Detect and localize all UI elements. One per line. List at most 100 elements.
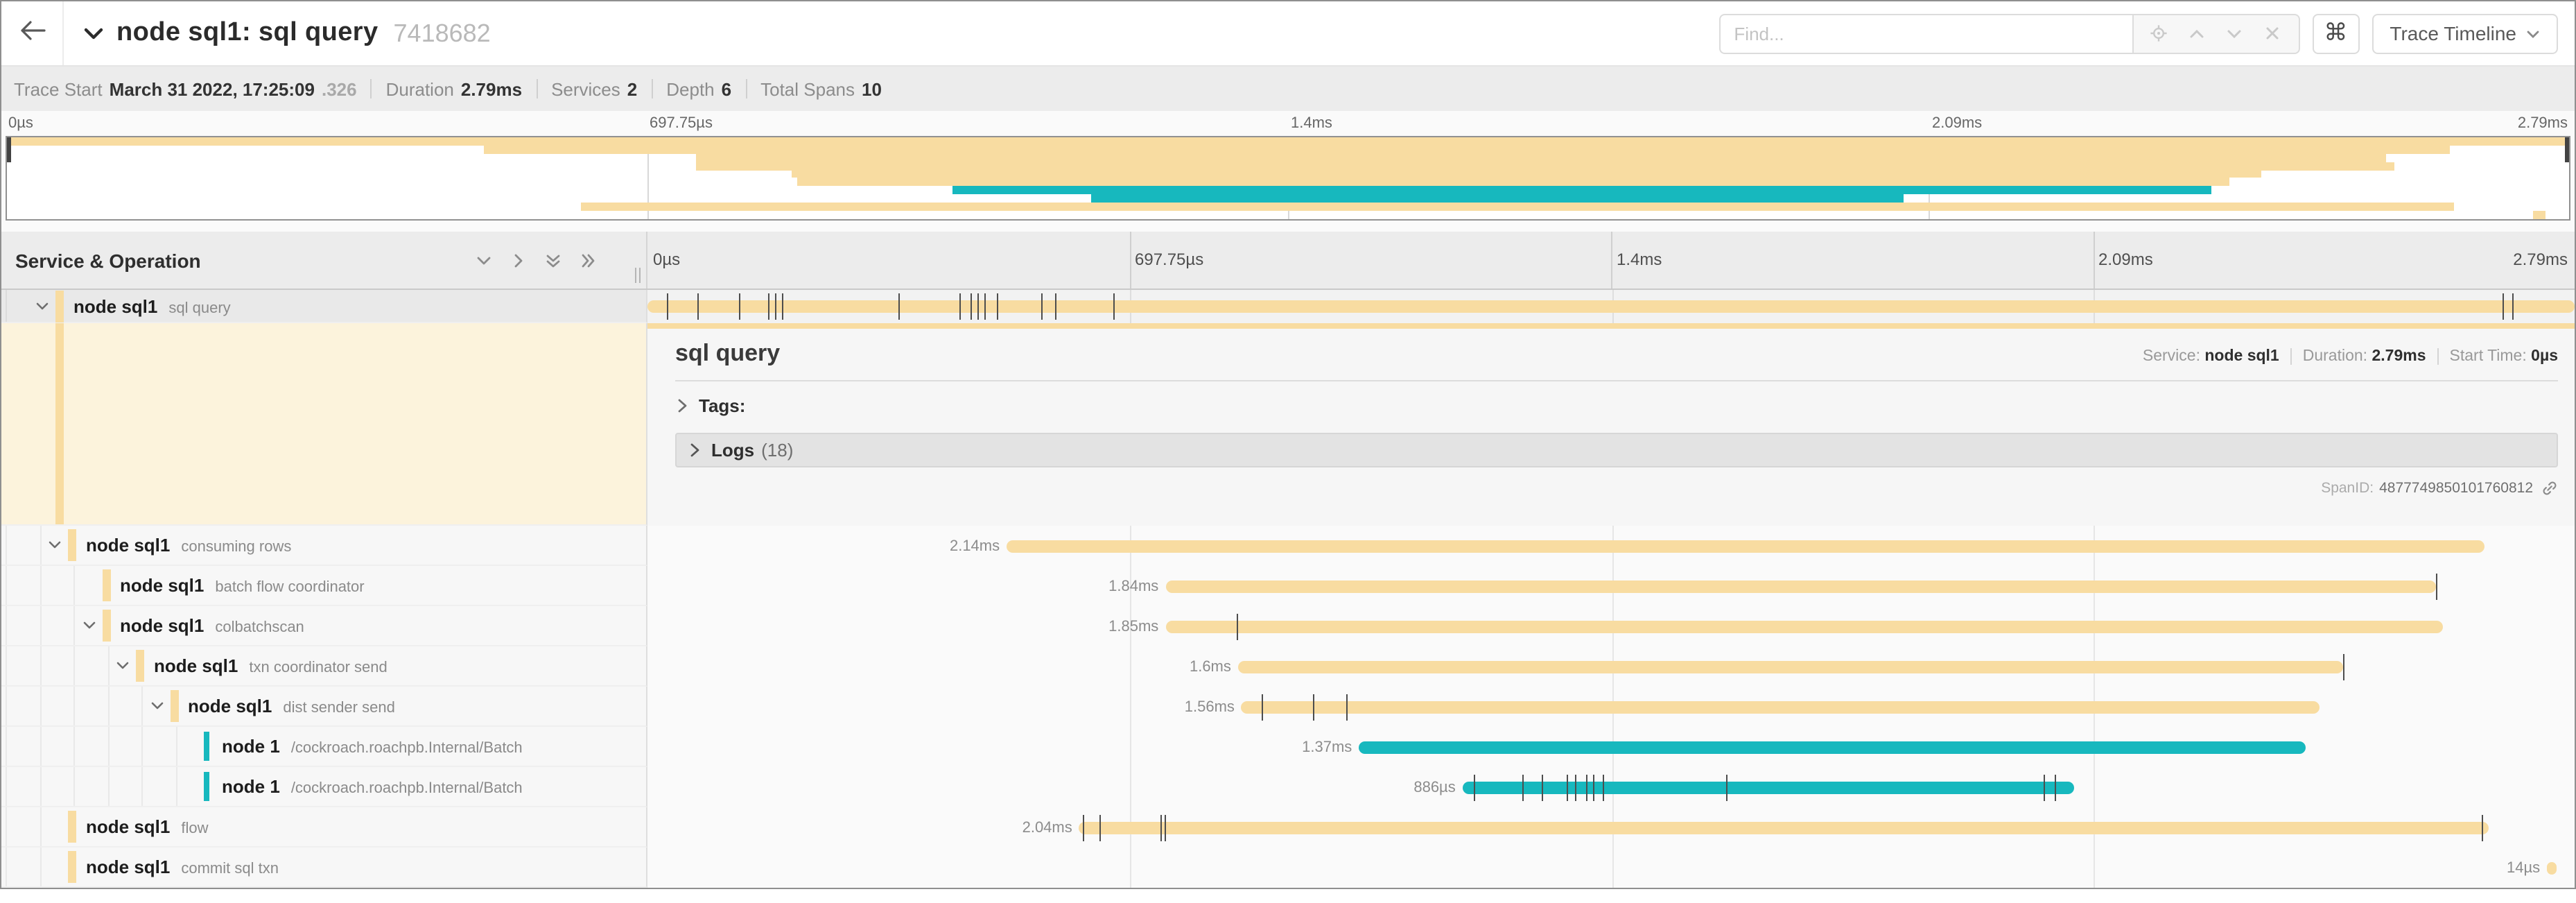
minimap-right-drag-handle[interactable]	[2565, 137, 2569, 162]
span-tree-cell[interactable]: node sql1txn coordinator send	[1, 646, 647, 687]
span-timeline-cell[interactable]: 1.56ms	[647, 687, 2575, 727]
service-color-bar	[204, 732, 209, 761]
span-row: node sql1sql query	[1, 290, 2575, 323]
span-bar[interactable]	[1007, 540, 2484, 552]
indent-guide	[6, 687, 7, 725]
chevron-down-icon[interactable]	[149, 698, 164, 714]
log-marker	[977, 293, 979, 320]
span-timeline-cell[interactable]: 886µs	[647, 767, 2575, 807]
service-color-bar	[102, 610, 110, 642]
span-bar[interactable]	[1079, 821, 2489, 834]
span-bar[interactable]	[1359, 741, 2305, 753]
span-timeline-cell[interactable]: 1.85ms	[647, 606, 2575, 646]
focus-match-icon[interactable]	[2146, 21, 2171, 46]
span-row: node sql1consuming rows2.14ms	[1, 526, 2575, 566]
chevron-down-icon[interactable]	[81, 618, 96, 633]
span-tree-cell[interactable]: node sql1colbatchscan	[1, 606, 647, 646]
span-tree-cell[interactable]: node 1/cockroach.roachpb.Internal/Batch	[1, 767, 647, 807]
trace-id: 7418682	[394, 19, 491, 48]
service-color-bar	[55, 323, 64, 524]
span-bar[interactable]	[1463, 781, 2075, 793]
expand-all-icon[interactable]	[580, 252, 596, 268]
minimap-axis-label: 1.4ms	[1291, 115, 1332, 132]
span-tree-cell[interactable]: node sql1dist sender send	[1, 687, 647, 727]
find-result-buttons	[2132, 13, 2299, 53]
span-timeline-cell[interactable]: 1.6ms	[647, 646, 2575, 687]
log-marker	[1575, 774, 1576, 800]
operation-name: /cockroach.roachpb.Internal/Batch	[291, 740, 523, 757]
span-timeline-cell[interactable]: 1.84ms	[647, 566, 2575, 606]
indent-guide	[141, 727, 143, 766]
span-tree-cell[interactable]: node sql1consuming rows	[1, 526, 647, 566]
minimap-span-bar	[2532, 211, 2545, 219]
prev-match-icon[interactable]	[2184, 21, 2209, 46]
span-detail-header: sql query Service: node sql1 Duration: 2…	[675, 340, 2558, 368]
logs-accordion[interactable]: Logs (18)	[675, 433, 2558, 467]
header-actions: ⌘ Trace Timeline	[1718, 1, 2575, 65]
log-marker	[1346, 694, 1348, 720]
collapse-one-icon[interactable]	[476, 252, 492, 268]
span-bar[interactable]	[647, 300, 2575, 313]
expand-one-icon[interactable]	[510, 252, 527, 268]
indent-guide	[175, 767, 177, 806]
minimap-span-row	[7, 203, 2569, 211]
operation-name: batch flow coordinator	[215, 579, 364, 596]
operation-name: flow	[181, 820, 208, 837]
log-marker	[984, 293, 986, 320]
span-bar[interactable]	[1242, 700, 2319, 713]
span-timeline-cell[interactable]: 14µs	[647, 848, 2575, 888]
ruler-gridline	[2093, 232, 2094, 289]
minimap-viewport[interactable]	[6, 136, 2570, 221]
span-timeline-cell[interactable]: 2.04ms	[647, 807, 2575, 848]
span-bar[interactable]	[2547, 861, 2557, 874]
next-match-icon[interactable]	[2222, 21, 2247, 46]
view-selector-button[interactable]: Trace Timeline	[2372, 13, 2558, 53]
span-bar[interactable]	[1165, 580, 2436, 592]
operation-name: consuming rows	[181, 539, 291, 556]
chevron-down-icon[interactable]	[35, 298, 50, 313]
indent-guide	[175, 727, 177, 766]
link-icon[interactable]	[2541, 480, 2558, 497]
log-marker	[2044, 774, 2045, 800]
keyboard-shortcuts-button[interactable]: ⌘	[2312, 13, 2359, 53]
trace-title-group[interactable]: node sql1: sql query 7418682	[64, 1, 1718, 65]
minimap-left-drag-handle[interactable]	[7, 137, 11, 162]
find-input[interactable]	[1718, 13, 2132, 53]
trace-meta-bar: Trace StartMarch 31 2022, 17:25:09.326Du…	[1, 67, 2575, 111]
log-marker	[971, 293, 972, 320]
minimap-span-row	[7, 154, 2569, 162]
back-button[interactable]	[1, 1, 64, 65]
log-marker	[1237, 613, 1238, 639]
chevron-right-icon	[675, 397, 689, 413]
indent-guide	[40, 687, 41, 725]
span-tree-cell[interactable]: node sql1sql query	[1, 290, 647, 323]
indent-guide	[40, 606, 41, 645]
span-bar[interactable]	[1165, 620, 2443, 633]
span-name-group: node sql1colbatchscan	[120, 615, 304, 636]
tags-accordion[interactable]: Tags:	[675, 384, 2558, 426]
span-detail-row: sql query Service: node sql1 Duration: 2…	[1, 323, 2575, 526]
span-tree-cell[interactable]: node sql1batch flow coordinator	[1, 566, 647, 606]
span-timeline-cell[interactable]	[647, 290, 2575, 323]
service-color-bar	[55, 290, 64, 322]
chevron-down-icon[interactable]	[115, 658, 130, 673]
span-timeline-cell[interactable]: 2.14ms	[647, 526, 2575, 566]
span-timeline-cell[interactable]: 1.37ms	[647, 727, 2575, 767]
clear-find-icon[interactable]	[2261, 21, 2286, 46]
span-bar[interactable]	[1238, 660, 2343, 673]
service-name: node sql1	[154, 655, 238, 676]
header-bar: node sql1: sql query 7418682	[1, 1, 2575, 67]
span-tree-cell[interactable]: node sql1commit sql txn	[1, 848, 647, 888]
span-stats: Service: node sql1 Duration: 2.79ms Star…	[2143, 348, 2558, 365]
log-marker	[1055, 293, 1056, 320]
minimap-axis-label: 0µs	[8, 115, 33, 132]
minimap-axis-label: 2.79ms	[2518, 115, 2568, 132]
divider	[745, 79, 747, 98]
column-resize-handle[interactable]	[635, 268, 641, 283]
span-duration-label: 14µs	[2507, 859, 2547, 876]
collapse-all-icon[interactable]	[545, 252, 562, 268]
span-tree-cell[interactable]: node sql1flow	[1, 807, 647, 848]
chevron-down-icon[interactable]	[47, 538, 62, 553]
table-header: Service & Operation 0µs697.75µs1.4ms2.09…	[1, 232, 2575, 290]
span-tree-cell[interactable]: node 1/cockroach.roachpb.Internal/Batch	[1, 727, 647, 767]
